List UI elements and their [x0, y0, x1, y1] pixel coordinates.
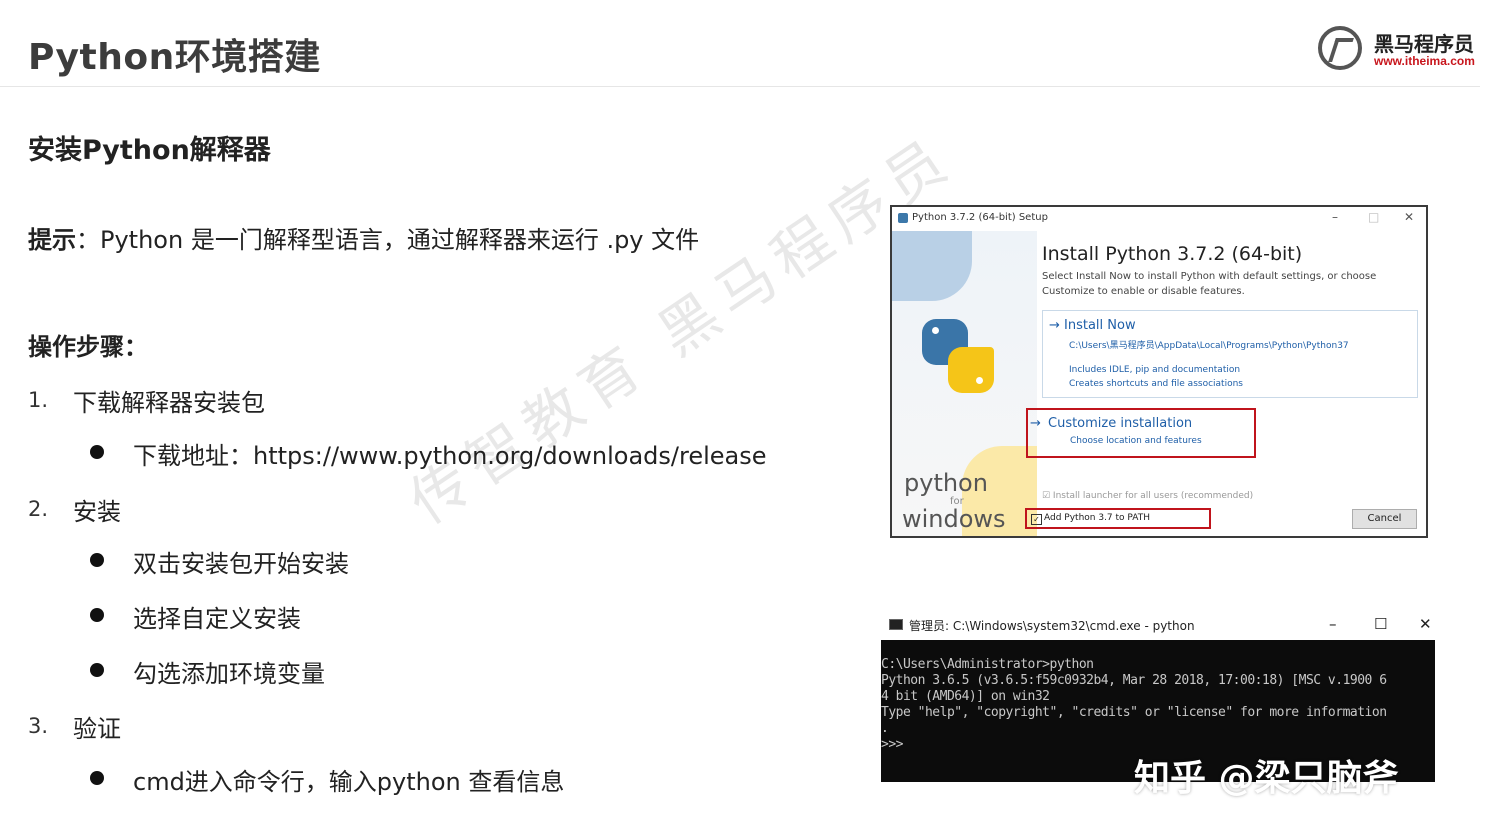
tip-text: 提示：Python 是一门解释型语言，通过解释器来运行 .py 文件 [28, 220, 699, 255]
python-app-icon [898, 213, 908, 223]
header-divider [0, 86, 1480, 87]
page-title: Python环境搭建 [28, 37, 321, 78]
cmd-app-icon [889, 619, 903, 630]
console-window-title: 管理员: C:\Windows\system32\cmd.exe - pytho… [909, 619, 1195, 633]
customize-installation-button[interactable]: → Customize installation Choose location… [1026, 408, 1256, 458]
logo-url: www.itheima.com [1374, 54, 1475, 68]
install-now-button[interactable]: → Install Now C:\Users\黑马程序员\AppData\Loc… [1042, 310, 1418, 398]
sidebar-python-text: python [904, 469, 988, 497]
tip-body: ：Python 是一门解释型语言，通过解释器来运行 .py 文件 [76, 226, 700, 254]
checkbox-checked-icon: ✓ [1031, 514, 1042, 525]
python-logo-dot [932, 327, 939, 334]
console-line: 4 bit (AMD64)] on win32 [881, 689, 1050, 704]
step-text: 安装 [73, 498, 121, 526]
logo-name: 黑马程序员 [1374, 32, 1474, 56]
minimize-button[interactable]: – [1329, 615, 1337, 633]
sub-step-text: 选择自定义安装 [133, 605, 301, 633]
horse-logo-icon [1318, 26, 1362, 70]
add-to-path-checkbox[interactable]: ✓ Add Python 3.7 to PATH [1025, 508, 1211, 529]
bullet-icon [90, 445, 104, 459]
step-number: 1. [28, 388, 49, 412]
sub-step-text: cmd进入命令行，输入python 查看信息 [133, 768, 565, 796]
bullet-icon [90, 771, 104, 785]
minimize-button[interactable]: – [1332, 210, 1338, 224]
bullet-icon [90, 663, 104, 677]
step-text: 验证 [73, 715, 121, 743]
maximize-button: □ [1368, 210, 1380, 224]
cancel-button[interactable]: Cancel [1352, 509, 1417, 529]
decorative-shape [892, 231, 972, 301]
sub-step-text: 勾选添加环境变量 [133, 660, 325, 688]
installer-window-title: Python 3.7.2 (64-bit) Setup [912, 212, 1048, 223]
console-prompt: >>> [881, 737, 903, 752]
close-button[interactable]: ✕ [1404, 210, 1414, 224]
customize-installation-sub: Choose location and features [1070, 436, 1202, 446]
console-line: C:\Users\Administrator>python [881, 657, 1094, 672]
tip-label: 提示 [28, 226, 76, 254]
brand-logo: 黑马程序员 www.itheima.com [1318, 24, 1488, 74]
python-installer-window: Python 3.7.2 (64-bit) Setup – □ ✕ python… [890, 205, 1428, 538]
step-number: 2. [28, 497, 49, 521]
install-path-text: C:\Users\黑马程序员\AppData\Local\Programs\Py… [1069, 341, 1349, 351]
python-logo-icon [948, 347, 994, 393]
install-includes-text: Creates shortcuts and file associations [1069, 379, 1243, 389]
background-watermark: 传智教育 黑马程序员 [397, 122, 967, 538]
installer-sidebar: python for windows [892, 231, 1037, 536]
sidebar-windows-text: windows [902, 505, 1006, 533]
installer-titlebar: Python 3.7.2 (64-bit) Setup – □ ✕ [892, 207, 1426, 231]
steps-heading: 操作步骤： [28, 333, 148, 361]
customize-installation-label: Customize installation [1048, 416, 1193, 431]
add-to-path-label: Add Python 3.7 to PATH [1044, 513, 1150, 523]
console-line: Python 3.6.5 (v3.6.5:f59c0932b4, Mar 28 … [881, 673, 1387, 688]
bullet-icon [90, 553, 104, 567]
maximize-button[interactable]: ☐ [1374, 615, 1387, 633]
installer-heading: Install Python 3.7.2 (64-bit) [1042, 243, 1303, 265]
close-button[interactable]: ✕ [1419, 615, 1432, 633]
sub-step-text: 双击安装包开始安装 [133, 550, 349, 578]
install-launcher-checkbox: ☑ Install launcher for all users (recomm… [1042, 491, 1254, 501]
arrow-right-icon: → [1030, 416, 1041, 431]
install-now-label: → Install Now [1049, 318, 1136, 333]
console-line: Type "help", "copyright", "credits" or "… [881, 705, 1387, 720]
installer-description: Customize to enable or disable features. [1042, 286, 1245, 297]
sub-step-text: 下载地址：https://www.python.org/downloads/re… [133, 442, 767, 470]
python-logo-dot [976, 377, 983, 384]
console-titlebar: 管理员: C:\Windows\system32\cmd.exe - pytho… [881, 610, 1435, 640]
bullet-icon [90, 608, 104, 622]
zhihu-watermark: 知乎 @梁只脑斧 [1134, 758, 1399, 799]
step-text: 下载解释器安装包 [73, 389, 265, 417]
step-number: 3. [28, 714, 49, 738]
installer-description: Select Install Now to install Python wit… [1042, 271, 1377, 282]
install-includes-text: Includes IDLE, pip and documentation [1069, 365, 1241, 375]
console-line: . [881, 721, 889, 736]
section-subtitle: 安装Python解释器 [28, 135, 271, 166]
